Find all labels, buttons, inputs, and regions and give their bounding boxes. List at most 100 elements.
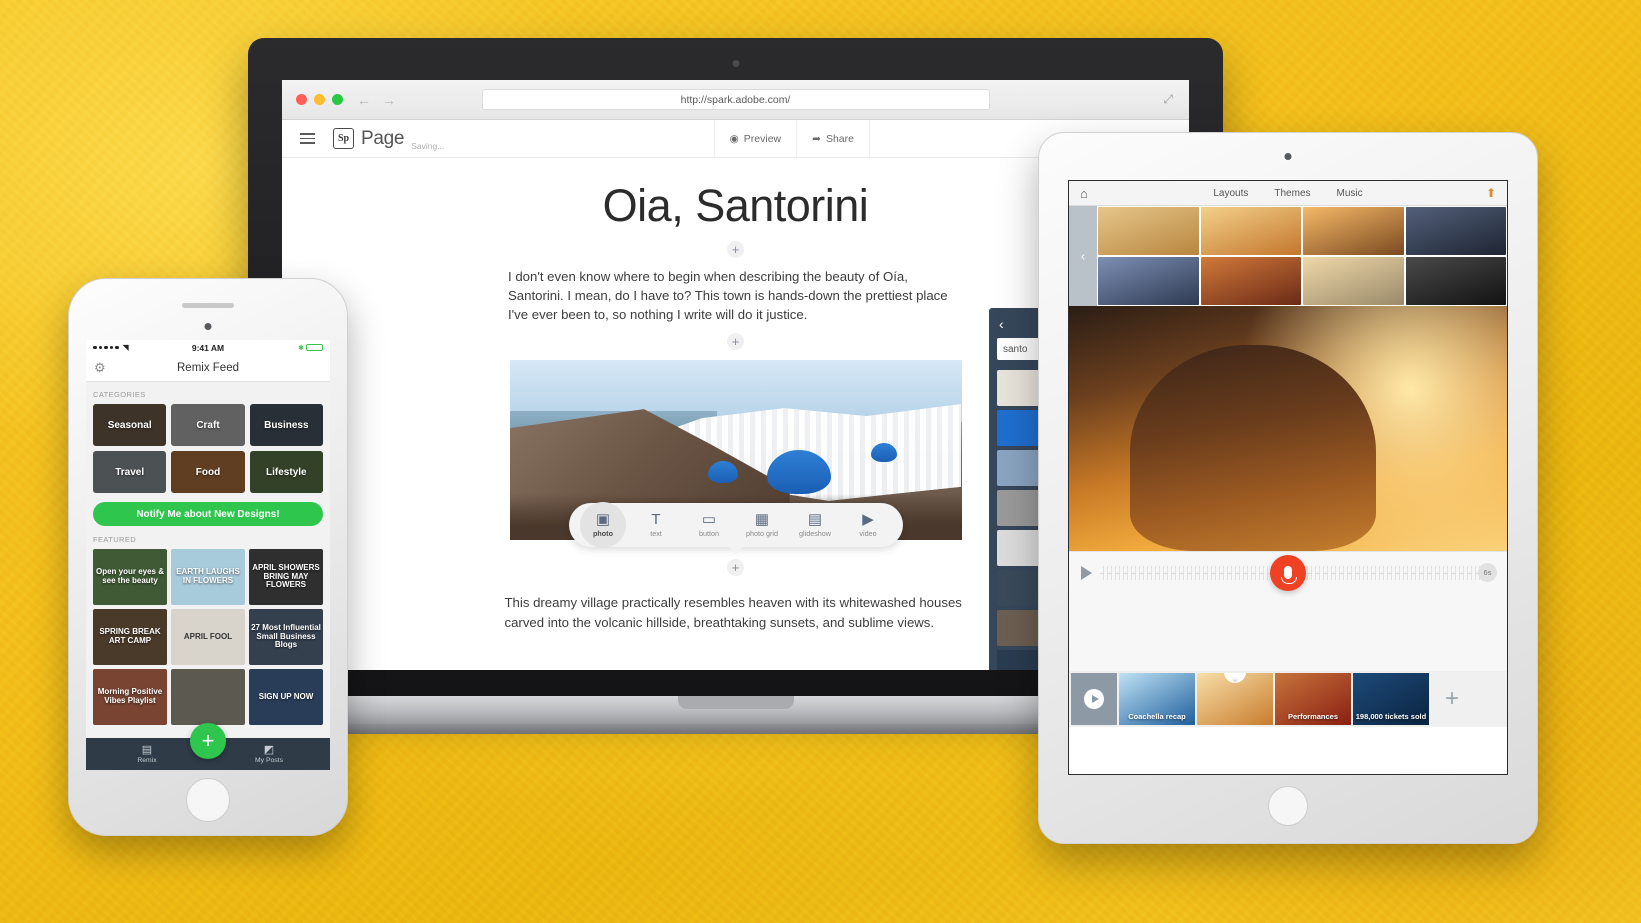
photo-icon: ▣: [595, 511, 611, 529]
hamburger-menu-icon[interactable]: [300, 132, 315, 145]
browser-nav[interactable]: ← →: [357, 92, 396, 108]
featured-card[interactable]: SPRING BREAK ART CAMP: [93, 609, 167, 665]
featured-caption: APRIL FOOL: [183, 631, 233, 641]
button-icon: ▭: [701, 511, 717, 529]
filmstrip-slide[interactable]: Coachella recap: [1119, 673, 1195, 725]
featured-card[interactable]: Open your eyes & see the beauty: [93, 549, 167, 605]
featured-card[interactable]: 27 Most Influential Small Business Blogs: [249, 609, 323, 665]
close-window-icon[interactable]: [296, 94, 307, 105]
iphone-speaker: [182, 303, 234, 308]
url-input[interactable]: http://spark.adobe.com/: [481, 89, 990, 110]
tab-themes[interactable]: Themes: [1274, 188, 1310, 199]
picker-thumb[interactable]: [1303, 207, 1404, 255]
filmstrip-slide[interactable]: 198,000 tickets sold: [1353, 673, 1429, 725]
picker-grid: [1097, 206, 1507, 306]
insert-video-button[interactable]: ▶ video: [842, 512, 895, 538]
expand-icon[interactable]: ⤢: [1163, 92, 1173, 107]
add-block-button[interactable]: +: [727, 559, 744, 577]
featured-caption: SPRING BREAK ART CAMP: [99, 627, 161, 645]
app-name-label: Page: [361, 127, 405, 149]
picker-thumb[interactable]: [1303, 257, 1404, 305]
tab-my-posts[interactable]: ◩ My Posts: [208, 743, 330, 764]
insert-button-label: button: [699, 529, 719, 539]
notify-button[interactable]: Notify Me about New Designs!: [93, 502, 323, 526]
featured-card[interactable]: [171, 669, 245, 725]
insert-photo-grid-button[interactable]: ▦ photo grid: [736, 512, 789, 538]
insert-toolbar[interactable]: ▣ photo T text ▭ button ▦ photo grid ▤ g…: [568, 503, 903, 556]
home-icon[interactable]: ⌂: [1080, 186, 1088, 201]
forward-arrow-icon[interactable]: →: [382, 92, 396, 108]
category-card[interactable]: Business: [249, 404, 323, 446]
ipad-preview-photo[interactable]: [1069, 306, 1507, 551]
photo-subject: [1130, 345, 1376, 551]
chevron-down-icon[interactable]: ⌄: [1224, 673, 1246, 683]
ipad-device: ⌂ Layouts Themes Music ⬆ ‹ 6s Coachella …: [1038, 132, 1538, 844]
ipad-menu: Layouts Themes Music: [1213, 188, 1362, 199]
back-arrow-icon[interactable]: ←: [357, 92, 371, 108]
filmstrip-play-button[interactable]: [1071, 673, 1117, 725]
preview-button[interactable]: ◉ Preview: [713, 120, 797, 157]
category-card[interactable]: Food: [171, 451, 245, 493]
category-label: Business: [264, 419, 309, 431]
window-controls[interactable]: [296, 94, 343, 105]
iphone-screen: ◥ 9:41 AM ✱ ⚙ Remix Feed CATEGORIES Seas…: [86, 340, 330, 770]
tab-layouts[interactable]: Layouts: [1213, 188, 1248, 199]
featured-caption: 27 Most Influential Small Business Blogs: [251, 622, 321, 650]
add-block-button[interactable]: +: [727, 241, 744, 258]
category-card[interactable]: Lifestyle: [249, 451, 323, 493]
laptop-camera-icon: [732, 60, 739, 67]
featured-card[interactable]: APRIL SHOWERS BRING MAY FLOWERS: [249, 549, 323, 605]
share-icon[interactable]: ⬆: [1486, 186, 1496, 200]
ipad-home-button[interactable]: [1268, 786, 1308, 826]
picker-thumb[interactable]: [1405, 207, 1506, 255]
picker-back-button[interactable]: ‹: [1069, 206, 1097, 306]
picker-thumb[interactable]: [1098, 207, 1199, 255]
tab-music[interactable]: Music: [1337, 188, 1363, 199]
filmstrip-slide[interactable]: Performances: [1275, 673, 1351, 725]
hero-photo-block[interactable]: ▣ photo T text ▭ button ▦ photo grid ▤ g…: [509, 360, 962, 556]
share-button[interactable]: ➦ Share: [796, 120, 870, 157]
remix-icon: ▤: [141, 743, 153, 756]
iphone-device: ◥ 9:41 AM ✱ ⚙ Remix Feed CATEGORIES Seas…: [68, 278, 348, 836]
ipad-audio-bar: 6s: [1069, 551, 1507, 593]
tab-remix-label: Remix: [137, 756, 157, 764]
featured-card[interactable]: Morning Positive Vibes Playlist: [93, 669, 167, 725]
record-button[interactable]: [1270, 554, 1306, 591]
insert-glideshow-button[interactable]: ▤ glideshow: [789, 512, 842, 538]
picker-thumb[interactable]: [1200, 257, 1301, 305]
create-fab-button[interactable]: +: [190, 723, 226, 759]
featured-card[interactable]: APRIL FOOL: [171, 609, 245, 665]
category-card[interactable]: Travel: [93, 451, 167, 493]
toolbar-pointer: [728, 546, 743, 556]
play-button[interactable]: [1081, 565, 1092, 580]
picker-thumb[interactable]: [1405, 257, 1506, 305]
picker-thumb[interactable]: [1098, 257, 1199, 305]
iphone-home-button[interactable]: [186, 778, 230, 822]
share-arrow-icon: ➦: [812, 132, 821, 145]
filmstrip-slide[interactable]: ⌄: [1197, 673, 1273, 725]
ipad-filmstrip: Coachella recap ⌄ Performances 198,000 t…: [1069, 671, 1507, 727]
insert-text-button[interactable]: T text: [630, 512, 683, 538]
insert-button-button[interactable]: ▭ button: [683, 512, 736, 538]
insert-glideshow-label: glideshow: [799, 529, 831, 539]
minimize-window-icon[interactable]: [314, 94, 325, 105]
my-posts-icon: ◩: [263, 743, 275, 756]
featured-card[interactable]: EARTH LAUGHS IN FLOWERS: [171, 549, 245, 605]
add-slide-button[interactable]: +: [1431, 673, 1473, 725]
page-paragraph-2: This dreamy village practically resemble…: [504, 595, 962, 630]
insert-photo-button[interactable]: ▣ photo: [577, 512, 630, 538]
category-card[interactable]: Seasonal: [93, 404, 167, 446]
category-card[interactable]: Craft: [171, 404, 245, 446]
featured-card[interactable]: SIGN UP NOW: [249, 669, 323, 725]
spark-logo-icon: Sp: [333, 128, 354, 149]
tab-remix[interactable]: ▤ Remix: [86, 743, 208, 764]
picker-thumb[interactable]: [1200, 207, 1301, 255]
photo-blue-dome: [708, 461, 739, 484]
category-label: Travel: [115, 466, 145, 478]
featured-caption: EARTH LAUGHS IN FLOWERS: [176, 567, 240, 585]
add-block-button[interactable]: +: [727, 333, 744, 351]
maximize-window-icon[interactable]: [332, 94, 343, 105]
wifi-icon: ◥: [122, 343, 129, 352]
category-label: Food: [195, 466, 221, 478]
gear-icon[interactable]: ⚙: [94, 360, 106, 376]
